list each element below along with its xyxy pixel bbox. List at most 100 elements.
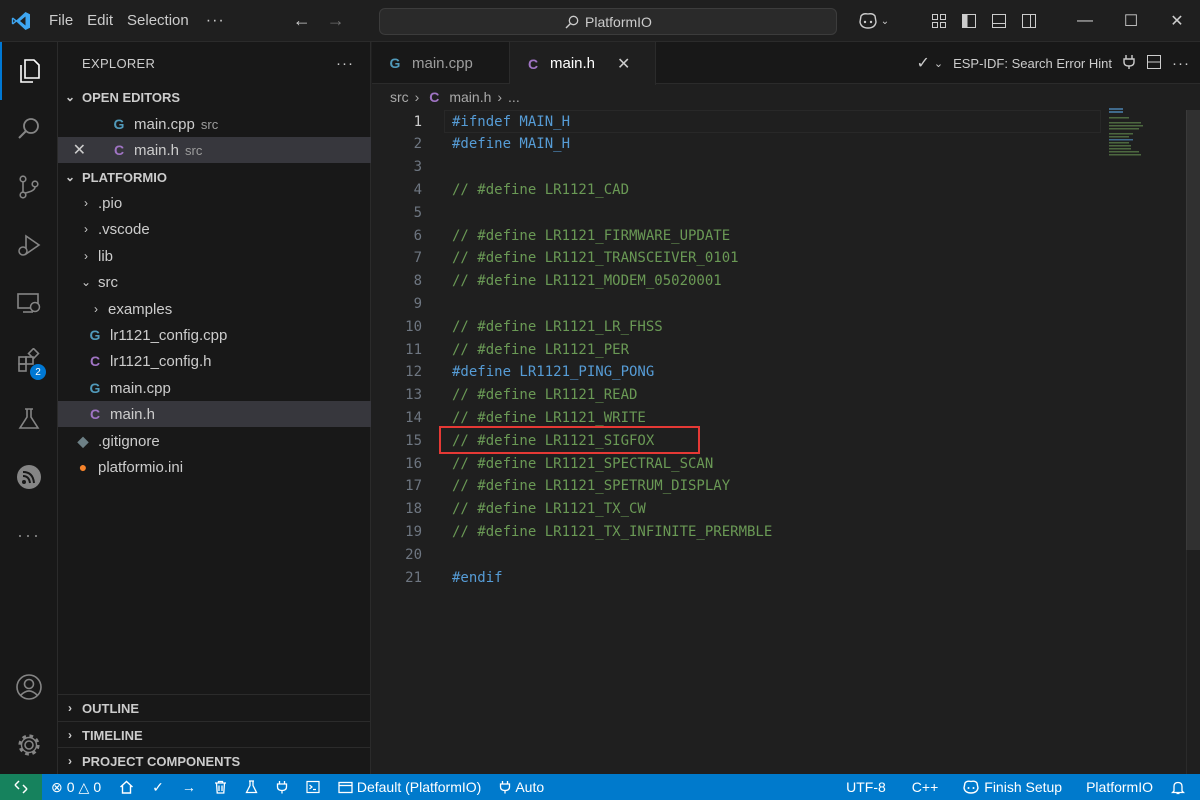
code-line[interactable]: 11 // #define LR1121_PER [372,338,629,361]
project-components-section[interactable]: › PROJECT COMPONENTS [58,747,371,774]
tree-file[interactable]: C main.h [58,401,371,427]
outline-section[interactable]: › OUTLINE [58,694,371,721]
notifications-bell-icon[interactable] [1162,774,1194,800]
editor-scrollbar[interactable] [1186,110,1200,774]
open-editor-item[interactable]: ✕ C main.h src [58,137,371,163]
code-line[interactable]: 15 // #define LR1121_SIGFOX [372,429,654,452]
finish-setup-button[interactable]: Finish Setup [953,774,1071,800]
code-line[interactable]: 17 // #define LR1121_SPETRUM_DISPLAY [372,475,730,498]
code-line[interactable]: 12 #define LR1121_PING_PONG [372,361,654,384]
serial-monitor-plug-icon[interactable] [267,774,297,800]
copilot-icon[interactable]: ⌄ [852,6,894,36]
code-line[interactable]: 20 [372,543,422,566]
remote-explorer-icon[interactable] [0,274,58,332]
tree-folder[interactable]: › lib [58,243,371,269]
code-line[interactable]: 16 // #define LR1121_SPECTRAL_SCAN [372,452,713,475]
code-line[interactable]: 21 #endif [372,566,502,589]
code-line[interactable]: 19 // #define LR1121_TX_INFINITE_PRERMBLE [372,520,772,543]
code-line[interactable]: 6 // #define LR1121_FIRMWARE_UPDATE [372,224,731,247]
tab-main-h[interactable]: C main.h ✕ [510,42,656,85]
customize-layout-icon[interactable] [924,6,954,36]
tree-file[interactable]: ◆ .gitignore [58,428,371,454]
accounts-icon[interactable] [0,658,58,716]
run-debug-icon[interactable] [0,216,58,274]
testing-flask-icon[interactable] [0,390,58,448]
tree-folder[interactable]: ⌄ src [58,269,371,295]
tree-file[interactable]: G main.cpp [58,375,371,401]
home-icon[interactable] [110,774,143,800]
tree-file[interactable]: C lr1121_config.h [58,348,371,374]
tree-file[interactable]: G lr1121_config.cpp [58,322,371,348]
platformio-section[interactable]: ⌄ PLATFORMIO [58,164,371,190]
manage-gear-icon[interactable] [0,716,58,774]
minimize-icon[interactable]: — [1062,0,1108,42]
toggle-panel-icon[interactable] [984,6,1014,36]
breadcrumb-folder[interactable]: src [390,89,409,105]
menu-selection[interactable]: Selection [120,6,196,36]
encoding-indicator[interactable]: UTF-8 [837,774,895,800]
tree-folder[interactable]: › examples [58,296,371,322]
breadcrumb-file[interactable]: main.h [449,89,491,105]
chevron-down-icon[interactable]: ⌄ [934,57,943,70]
explorer-more-button[interactable]: ··· [336,55,354,72]
split-editor-icon[interactable] [1146,54,1162,73]
more-views-icon[interactable]: ··· [0,506,58,564]
code-line[interactable]: 5 [372,201,422,224]
code-line[interactable]: 3 [372,156,422,179]
espressif-icon[interactable] [0,448,58,506]
code-line[interactable]: 14 // #define LR1121_WRITE [372,406,646,429]
esp-idf-hint-button[interactable]: ESP-IDF: Search Error Hint [953,56,1112,71]
upload-arrow-icon[interactable]: → [173,774,205,800]
code-line[interactable]: 18 // #define LR1121_TX_CW [372,498,646,521]
project-env-switcher[interactable]: Default (PlatformIO) [329,774,490,800]
toggle-secondary-sidebar-icon[interactable] [1014,6,1044,36]
scrollbar-thumb[interactable] [1186,110,1200,550]
command-center-search[interactable]: PlatformIO [379,8,837,35]
search-icon[interactable] [0,100,58,158]
code-line[interactable]: 10 // #define LR1121_LR_FHSS [372,315,663,338]
code-line[interactable]: 1 #ifndef MAIN_H [372,110,570,133]
terminal-icon[interactable] [297,774,329,800]
check-icon[interactable]: ✓ [916,53,929,73]
close-tab-icon[interactable]: ✕ [617,54,630,74]
search-icon [565,15,579,28]
maximize-icon[interactable]: ☐ [1108,0,1154,42]
forward-arrow-icon[interactable]: → [319,10,353,31]
close-editor-icon[interactable]: ✕ [58,140,86,160]
tree-file[interactable]: ● platformio.ini [58,454,371,480]
menu-file[interactable]: File [42,6,80,36]
language-mode-indicator[interactable]: C++ [903,774,947,800]
back-arrow-icon[interactable]: ← [285,10,319,31]
plug-icon[interactable] [1122,54,1136,73]
toggle-primary-sidebar-icon[interactable] [954,6,984,36]
tab-main-cpp[interactable]: G main.cpp [372,42,510,84]
code-line[interactable]: 9 [372,292,422,315]
tree-folder[interactable]: › .vscode [58,216,371,242]
code-line[interactable]: 13 // #define LR1121_READ [372,384,637,407]
open-editor-item[interactable]: G main.cpp src [58,111,371,137]
code-line[interactable]: 8 // #define LR1121_MODEM_05020001 [372,270,722,293]
remote-indicator-icon[interactable] [0,774,42,800]
test-flask-icon[interactable] [236,774,267,800]
open-editors-section[interactable]: ⌄ OPEN EDITORS [58,84,371,110]
clean-trash-icon[interactable] [205,774,236,800]
breadcrumb-symbol[interactable]: ... [508,89,520,105]
build-check-icon[interactable]: ✓ [143,774,173,800]
code-line[interactable]: 7 // #define LR1121_TRANSCEIVER_0101 [372,247,739,270]
comment-token: // #define LR1121_FIRMWARE_UPDATE [452,227,731,244]
port-switcher[interactable]: Auto [490,774,553,800]
tree-folder[interactable]: › .pio [58,190,371,216]
code-line[interactable]: 4 // #define LR1121_CAD [372,178,629,201]
extensions-icon[interactable]: 2 [0,332,58,390]
timeline-section[interactable]: › TIMELINE [58,721,371,748]
editor-more-button[interactable]: ··· [1172,55,1190,72]
platformio-status[interactable]: PlatformIO [1077,774,1162,800]
code-line[interactable]: 2 #define MAIN_H [372,133,570,156]
problems-indicator[interactable]: ⊗ 0 △ 0 [42,774,110,800]
minimap[interactable] [1109,108,1169,158]
menu-edit[interactable]: Edit [80,6,120,36]
close-window-icon[interactable]: ✕ [1154,0,1200,42]
menu-more-button[interactable]: ··· [196,12,235,30]
source-control-icon[interactable] [0,158,58,216]
explorer-icon[interactable] [0,42,58,100]
